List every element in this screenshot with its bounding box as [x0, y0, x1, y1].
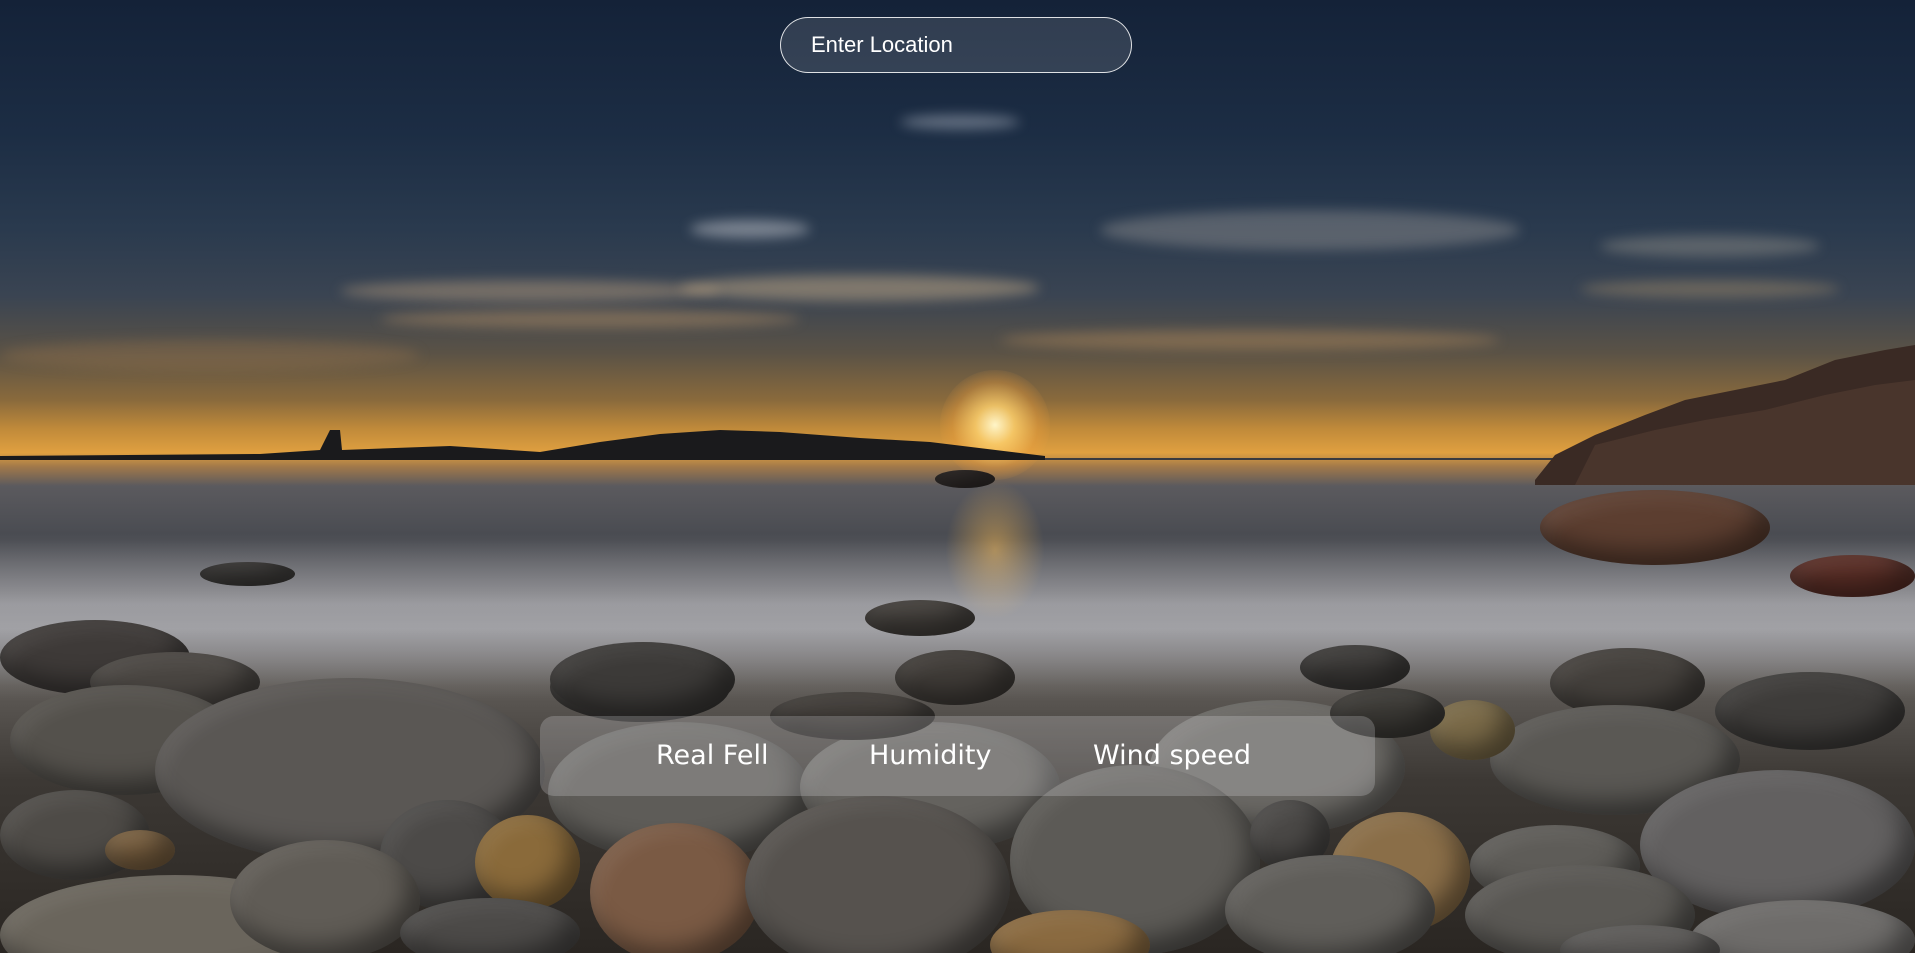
cloud [380, 310, 800, 328]
pebble [895, 650, 1015, 705]
pebble [230, 840, 420, 953]
real-feel-label: Real Fell [656, 740, 769, 771]
wind-speed-label: Wind speed [1093, 740, 1252, 771]
cloud [1100, 210, 1520, 250]
pebble [590, 823, 760, 953]
cloud [1600, 235, 1820, 257]
humidity-label: Humidity [869, 740, 992, 771]
location-search-input[interactable] [780, 17, 1132, 73]
pebble [865, 600, 975, 636]
cloud [0, 340, 420, 370]
headland-rocks [1535, 345, 1915, 485]
pebble [105, 830, 175, 870]
cloud [1000, 330, 1500, 350]
cloud [900, 115, 1020, 129]
pebble [1715, 672, 1905, 750]
pebble [475, 815, 580, 910]
cloud [680, 275, 1040, 301]
cloud [1580, 280, 1840, 298]
pebble [935, 470, 995, 488]
cloud [690, 220, 810, 238]
pebble [1300, 645, 1410, 690]
pebble [550, 642, 735, 717]
pebble [1540, 490, 1770, 565]
cloud [340, 280, 720, 302]
weather-metrics-panel: Real Fell Humidity Wind speed [540, 716, 1375, 796]
pebble [1790, 555, 1915, 597]
pebble [200, 562, 295, 586]
background-scene: Real Fell Humidity Wind speed [0, 0, 1915, 953]
